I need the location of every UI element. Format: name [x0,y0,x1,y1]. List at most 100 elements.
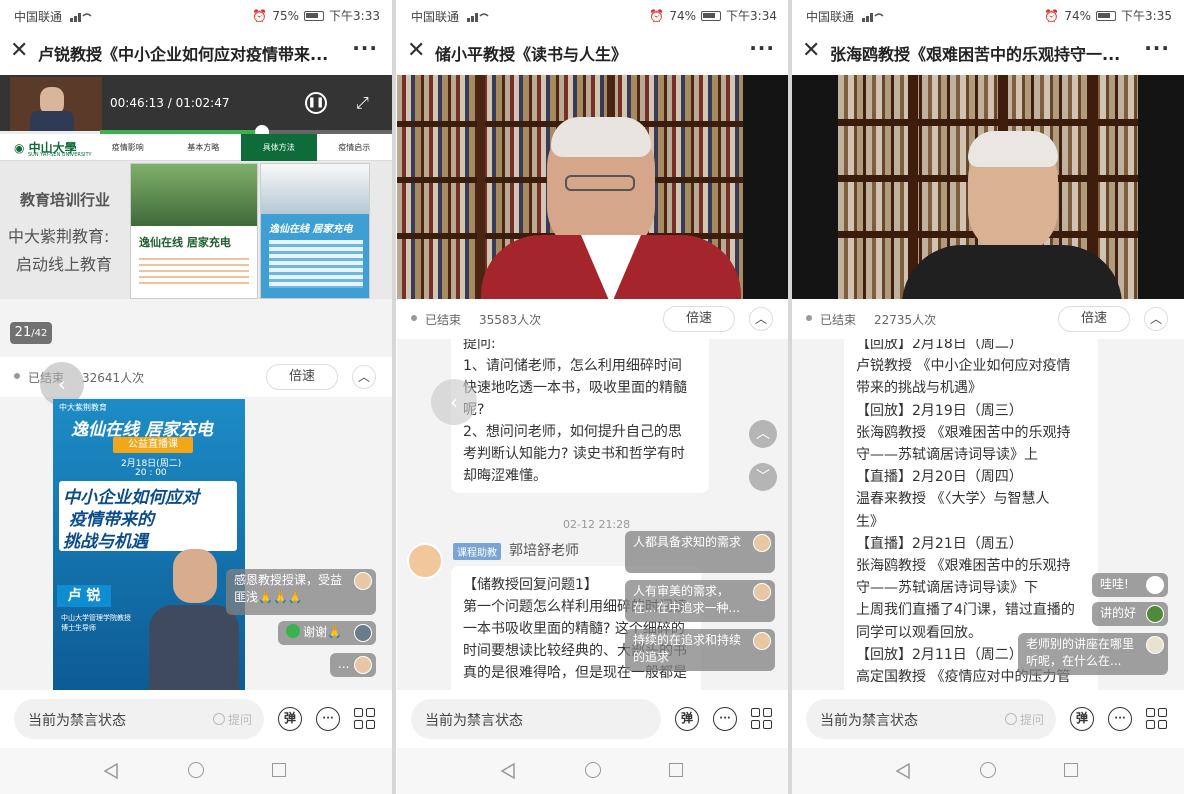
slide-tab: 基本方略 [187,143,220,152]
clock: 下午3:34 [726,9,777,23]
live-info-bar: 已结束 22735人次 倍速 ︿ [792,299,1184,339]
fullscreen-icon[interactable]: ⤢ [356,93,369,113]
apps-grid-icon[interactable] [1146,708,1168,730]
input-placeholder: 当前为禁言状态 [820,713,918,729]
battery-percent: 74% [1064,8,1092,23]
viewer-count: 35583人次 [479,313,542,327]
poster-thumb-2-title: 逸仙在线 居家充电 [269,224,353,235]
chat-icon[interactable]: ··· [316,707,340,731]
poster-topic-box: 中小企业如何应对 疫情带来的 挑战与机遇 [59,481,237,552]
message-line: 2、想问问老师，如何提升自己的思 [463,424,682,440]
back-arrow-icon[interactable]: ‹ [431,379,477,425]
battery-icon [1096,10,1117,21]
input-placeholder: 当前为禁言状态 [425,713,523,729]
nav-back-icon[interactable] [102,762,120,780]
slide-tabs: 疫情影响 基本方略 具体方法 疫情启示 [90,134,392,161]
signal-icon [862,13,884,22]
danmu-toggle-button[interactable]: 弹 [675,707,699,731]
nav-home-icon[interactable] [980,762,996,778]
message-line: 张海鸥教授 《艰难困苦中的乐观持 [856,558,1071,575]
slide-tab: 疫情启示 [338,143,371,152]
video-player[interactable] [792,75,1184,299]
message-line: 张海鸥教授 《艰难困苦中的乐观持 [856,424,1071,441]
course-title: 卢锐教授《中小企业如何应对疫情带来... [38,45,329,64]
poster-speaker-desc: 博士生导师 [61,624,96,632]
carrier: 中国联通 [806,10,855,24]
collapse-icon[interactable]: ︿ [749,307,773,331]
comment-input[interactable]: 当前为禁言状态 提问 [14,699,264,739]
alarm-icon: ⏰ [1044,8,1060,23]
danmu-comment: 讲的好 [1092,602,1168,626]
collapse-icon[interactable]: ︿ [1144,307,1168,331]
message-line: 【回放】2月19日（周三） [856,402,1023,419]
danmu-toggle-button[interactable]: 弹 [1070,707,1094,731]
apps-grid-icon[interactable] [751,708,773,730]
speed-button[interactable]: 倍速 [266,364,338,390]
course-title: 储小平教授《读书与人生》 [435,45,628,64]
message-line: 守——苏轼谪居诗词导读》上 [856,447,1038,464]
more-options-icon[interactable]: ··· [352,36,378,60]
slide-tab: 疫情影响 [111,143,144,152]
speed-button[interactable]: 倍速 [663,306,735,332]
message-line: 呢? [463,399,697,421]
ask-question-toggle[interactable]: 提问 [213,711,252,728]
pause-icon[interactable]: ❚❚ [305,92,327,114]
danmu-toggle-button[interactable]: 弹 [278,707,302,731]
slide-line-2: 启动线上教育 [16,255,113,274]
collapse-icon[interactable]: ︿ [352,365,376,389]
speed-button[interactable]: 倍速 [1058,306,1130,332]
comment-input[interactable]: 当前为禁言状态 提问 [806,699,1056,739]
danmu-comment: ... [330,653,376,677]
nav-home-icon[interactable] [585,762,601,778]
input-bar: 当前为禁言状态 提问 弹 ··· [0,690,392,748]
scroll-up-icon[interactable]: ︿ [749,420,777,448]
nav-back-icon[interactable] [894,762,912,780]
android-nav-bar [0,748,392,794]
status-bar: 中国联通 ⏰ 74% 下午3:34 [397,0,789,30]
video-player[interactable] [397,75,789,299]
close-icon[interactable]: ✕ [10,40,32,62]
avatar [753,534,771,552]
nav-recent-icon[interactable] [669,763,683,777]
nav-recent-icon[interactable] [272,763,286,777]
carrier: 中国联通 [411,10,460,24]
phone-screen-1: 中国联通 ⏰ 75% 下午3:33 ✕ 卢锐教授《中小企业如何应对疫情带来...… [0,0,392,794]
nav-back-icon[interactable] [499,762,517,780]
message-line: 快速地吃透一本书，吸收里面的精髓 [463,380,687,396]
comment-input[interactable]: 当前为禁言状态 [411,699,661,739]
battery-percent: 75% [272,8,300,23]
question-message: 提问: 1、请问储老师，怎么利用细碎时间快速地吃透一本书，吸收里面的精髓呢? 2、想… [451,339,709,493]
video-player[interactable]: 00:46:13 / 01:02:47 ❚❚ ⤢ ◉ 中山大學 SUN YAT-… [0,75,392,299]
viewer-count: 22735人次 [874,313,937,327]
viewer-count: 32641人次 [82,371,145,385]
message-line: 却晦涩难懂。 [463,468,547,484]
alarm-icon: ⏰ [252,8,268,23]
chat-area: 【回放】2月18日（周二） 卢锐教授 《中小企业如何应对疫情 带来的挑战与机遇》 【回… [792,339,1184,690]
more-options-icon[interactable]: ··· [1144,36,1170,60]
android-nav-bar [397,748,789,794]
nav-recent-icon[interactable] [1064,763,1078,777]
apps-grid-icon[interactable] [354,708,376,730]
danmu-comment: 人有审美的需求，在...在中追求一种... [625,580,775,622]
chat-icon[interactable]: ··· [713,707,737,731]
title-bar: ✕ 张海鸥教授《艰难困苦中的乐观持守一... ··· [792,30,1184,75]
message-line: 考判断认知能力? 读史书和哲学有时 [463,446,685,462]
battery-icon [304,10,325,21]
message-line: 带来的挑战与机遇》 [856,380,982,397]
chat-icon[interactable]: ··· [1108,707,1132,731]
poster-thumb-1-title: 逸仙在线 居家充电 [139,236,231,249]
close-icon[interactable]: ✕ [802,40,824,62]
danmu-comment: 哇哇! [1092,573,1168,597]
more-options-icon[interactable]: ··· [749,36,775,60]
scroll-down-icon[interactable]: ﹀ [749,463,777,491]
carrier: 中国联通 [14,10,63,24]
close-icon[interactable]: ✕ [407,40,429,62]
speaker-face [968,131,1058,255]
avatar [354,624,372,642]
slide-content: 教育培训行业 中大紫荆教育: 启动线上教育 逸仙在线 居家充电 逸仙在线 居家充… [0,161,392,299]
playback-time: 00:46:13 / 01:02:47 [110,96,230,110]
nav-home-icon[interactable] [188,762,204,778]
slide-line-1: 中大紫荆教育: [8,227,110,246]
status-ended: 已结束 [425,313,462,327]
ask-question-toggle[interactable]: 提问 [1005,711,1044,728]
